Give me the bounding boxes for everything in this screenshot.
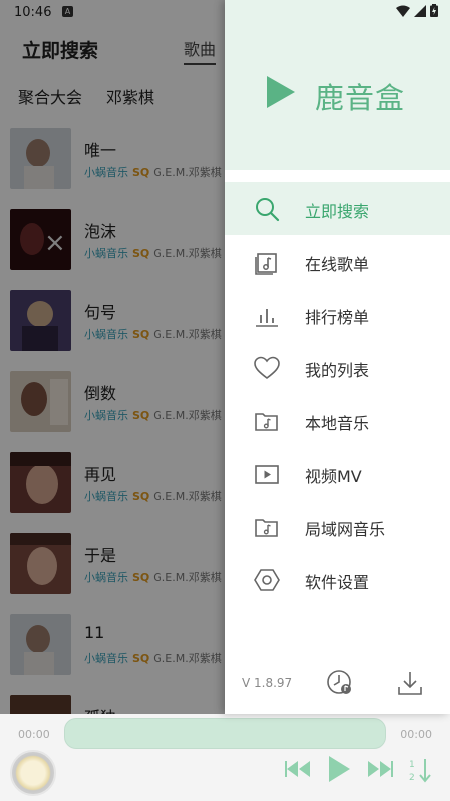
system-status-icons xyxy=(396,4,438,17)
menu-item-settings[interactable]: 软件设置 xyxy=(225,553,450,606)
menu-item-label: 视频MV xyxy=(305,467,362,486)
lan-folder-icon xyxy=(255,519,278,537)
menu-item-label: 本地音乐 xyxy=(305,414,370,433)
wifi-icon xyxy=(396,5,410,17)
player-bar: 00:00 00:00 12 xyxy=(0,714,450,801)
app-version: V 1.8.97 xyxy=(242,676,293,690)
progress-slider[interactable] xyxy=(64,718,386,749)
folder-music-icon xyxy=(255,413,278,431)
menu-item-my-list[interactable]: 我的列表 xyxy=(225,341,450,394)
menu-item-search[interactable]: 立即搜索 xyxy=(225,182,450,235)
signal-icon xyxy=(414,4,426,17)
album-disc[interactable] xyxy=(10,750,56,796)
svg-text:1: 1 xyxy=(409,760,415,770)
settings-icon xyxy=(254,569,280,591)
menu-item-lan-music[interactable]: 局域网音乐 xyxy=(225,500,450,553)
chart-icon xyxy=(256,309,278,327)
next-icon[interactable] xyxy=(366,758,394,780)
history-icon[interactable] xyxy=(325,668,355,698)
playlist-icon xyxy=(255,253,277,275)
menu-item-label: 立即搜索 xyxy=(305,202,370,221)
svg-text:2: 2 xyxy=(409,773,415,783)
drawer-menu: 立即搜索 在线歌单 排行榜单 我的列表 本地音乐 视频MV 局域网音乐 软件设置 xyxy=(225,182,450,606)
nav-drawer: 鹿音盒 立即搜索 在线歌单 排行榜单 我的列表 本地音乐 视频MV 局域网音乐 … xyxy=(225,0,450,714)
menu-item-charts[interactable]: 排行榜单 xyxy=(225,288,450,341)
download-icon[interactable] xyxy=(395,668,425,698)
menu-item-label: 在线歌单 xyxy=(305,255,370,274)
current-time: 00:00 xyxy=(18,728,50,741)
menu-item-mv[interactable]: 视频MV xyxy=(225,447,450,500)
previous-icon[interactable] xyxy=(284,758,312,780)
play-logo-icon xyxy=(267,76,295,108)
total-time: 00:00 xyxy=(400,728,432,741)
menu-item-label: 局域网音乐 xyxy=(305,520,386,539)
menu-item-label: 软件设置 xyxy=(305,573,370,592)
menu-item-online-playlists[interactable]: 在线歌单 xyxy=(225,235,450,288)
menu-item-label: 我的列表 xyxy=(305,361,370,380)
menu-item-local-music[interactable]: 本地音乐 xyxy=(225,394,450,447)
search-icon xyxy=(256,198,280,222)
play-icon[interactable] xyxy=(326,754,352,784)
menu-item-label: 排行榜单 xyxy=(305,308,370,327)
drawer-header: 鹿音盒 xyxy=(225,0,450,170)
video-icon xyxy=(255,465,279,484)
heart-icon xyxy=(254,356,280,380)
app-brand-title: 鹿音盒 xyxy=(315,81,406,115)
sort-order-icon[interactable]: 12 xyxy=(408,756,434,784)
battery-icon xyxy=(430,4,438,17)
